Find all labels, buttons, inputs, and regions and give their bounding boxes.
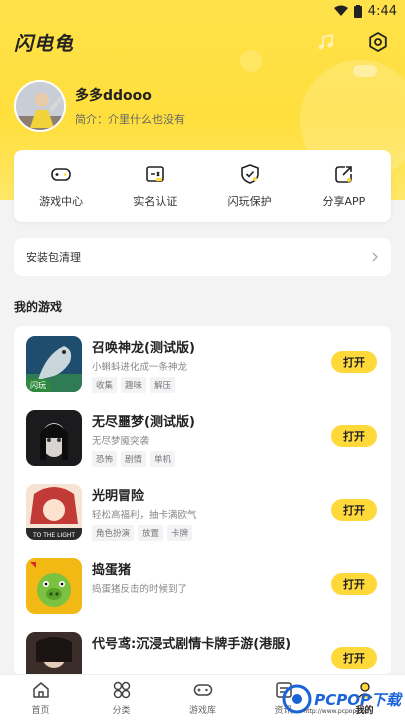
app-bar: 闪电龟 — [14, 28, 391, 56]
watermark-url: http://www.pcpop.com — [303, 708, 371, 715]
game-tag: 趣味 — [121, 377, 147, 393]
game-tag: 恐怖 — [92, 451, 118, 467]
nightmare-game-image — [26, 410, 82, 466]
quick-action-game-center[interactable]: 游戏中心 — [21, 163, 101, 209]
tab-category[interactable]: 分类 — [81, 675, 162, 720]
quick-action-play-protect[interactable]: 闪玩保护 — [210, 163, 290, 209]
game-tag: 角色扮演 — [92, 525, 135, 541]
section-title-my-games: 我的游戏 — [14, 300, 63, 314]
gear-icon — [369, 32, 387, 52]
game-item[interactable]: 无尽噩梦(测试版) 无尽梦魇突袭 恐怖 剧情 单机 打开 — [14, 400, 391, 474]
game-icon-caption: TO THE LIGHT — [32, 532, 75, 539]
game-icon[interactable] — [26, 558, 82, 614]
chevron-right-icon — [372, 252, 378, 262]
game-name: 召唤神龙(测试版) — [92, 341, 195, 356]
game-name: 捣蛋猪 — [92, 563, 132, 578]
gamepad-decoration-icon — [353, 65, 377, 77]
shield-check-icon — [240, 164, 259, 184]
open-game-button[interactable]: 打开 — [331, 499, 377, 521]
package-cleanup-row[interactable]: 安装包清理 — [14, 238, 391, 276]
user-profile[interactable]: 多多ddooo 简介：介里什么也没有 — [14, 80, 185, 132]
tab-label: 首页 — [31, 705, 50, 716]
game-name: 无尽噩梦(测试版) — [92, 415, 195, 430]
tab-label: 分类 — [112, 705, 131, 716]
avatar[interactable] — [14, 80, 66, 132]
category-grid-icon — [113, 681, 130, 698]
gamepad-icon — [51, 168, 71, 181]
game-icon[interactable] — [26, 632, 82, 676]
quick-action-label: 闪玩保护 — [227, 195, 272, 208]
avatar-image — [16, 82, 64, 130]
open-game-button[interactable]: 打开 — [331, 425, 377, 447]
tab-label: 游戏库 — [188, 705, 216, 716]
game-description: 无尽梦魇突袭 — [92, 436, 150, 447]
id-card-icon — [146, 166, 165, 182]
quick-action-real-name[interactable]: 实名认证 — [115, 163, 195, 209]
gamepad-icon — [193, 683, 212, 696]
game-tag: 放置 — [138, 525, 164, 541]
package-cleanup-label: 安装包清理 — [26, 251, 81, 264]
tab-home[interactable]: 首页 — [0, 675, 81, 720]
site-watermark: PCPOP下载 http://www.pcpop.com — [282, 684, 401, 715]
game-tag: 收集 — [92, 377, 118, 393]
game-icon[interactable]: 闪玩 — [26, 336, 82, 392]
game-name: 光明冒险 — [92, 489, 145, 504]
light-adventure-game-image: TO THE LIGHT — [26, 484, 82, 540]
game-name: 代号鸢:沉浸式剧情卡牌手游(港服) — [92, 637, 292, 652]
status-bar: 4:44 — [0, 0, 405, 22]
open-game-button[interactable]: 打开 — [331, 647, 377, 669]
game-tag: 解压 — [150, 377, 176, 393]
game-tag: 单机 — [150, 451, 176, 467]
bad-piggies-game-image — [26, 558, 82, 614]
game-icon[interactable]: TO THE LIGHT — [26, 484, 82, 540]
battery-icon — [353, 4, 362, 18]
flash-play-badge: 闪玩 — [26, 379, 50, 392]
game-icon[interactable] — [26, 410, 82, 466]
open-game-button[interactable]: 打开 — [331, 351, 377, 373]
watermark-text: PCPOP下载 — [314, 690, 401, 709]
settings-button[interactable] — [365, 29, 391, 55]
tab-game-library[interactable]: 游戏库 — [162, 675, 243, 720]
share-icon — [335, 166, 352, 183]
quick-action-label: 分享APP — [322, 195, 366, 208]
quick-actions-card: 游戏中心 实名认证 闪玩保护 分享APP — [14, 150, 391, 222]
game-item[interactable]: TO THE LIGHT 光明冒险 轻松高福利，抽卡满欧气 角色扮演 放置 卡牌… — [14, 474, 391, 548]
game-description: 捣蛋猪反击的时候到了 — [92, 584, 188, 595]
game-item[interactable]: 捣蛋猪 捣蛋猪反击的时候到了 打开 — [14, 548, 391, 622]
quick-action-label: 实名认证 — [133, 195, 178, 208]
game-description: 小蝌蚪进化成一条神龙 — [92, 362, 188, 373]
wifi-icon — [333, 5, 348, 16]
username: 多多ddooo — [75, 88, 152, 104]
app-title: 闪电龟 — [14, 32, 75, 55]
home-icon — [32, 681, 49, 698]
game-tag: 卡牌 — [167, 525, 193, 541]
game-item[interactable]: 代号鸢:沉浸式剧情卡牌手游(港服) 打开 — [14, 622, 391, 676]
game-description: 轻松高福利，抽卡满欧气 — [92, 510, 197, 521]
yuan-game-image — [26, 632, 82, 676]
user-bio: 简介：介里什么也没有 — [75, 113, 185, 126]
status-time: 4:44 — [367, 3, 397, 19]
game-item[interactable]: 闪玩 召唤神龙(测试版) 小蝌蚪进化成一条神龙 收集 趣味 解压 打开 — [14, 326, 391, 400]
open-game-button[interactable]: 打开 — [331, 573, 377, 595]
quick-action-label: 游戏中心 — [39, 195, 84, 208]
quick-action-share-app[interactable]: 分享APP — [304, 163, 384, 209]
game-tag: 剧情 — [121, 451, 147, 467]
my-games-list: 闪玩 召唤神龙(测试版) 小蝌蚪进化成一条神龙 收集 趣味 解压 打开 无尽噩梦… — [14, 326, 391, 676]
